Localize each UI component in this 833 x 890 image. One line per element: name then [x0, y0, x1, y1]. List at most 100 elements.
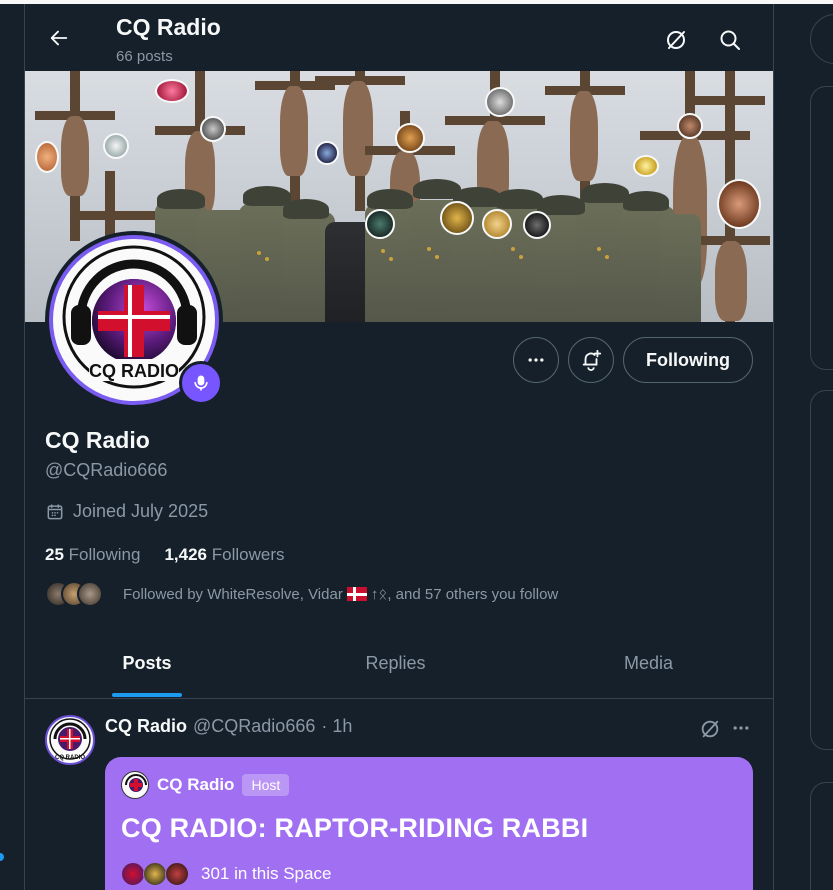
banner-medal	[427, 247, 431, 251]
banner-face	[717, 179, 761, 229]
host-avatar	[121, 771, 149, 799]
banner-face	[200, 116, 226, 142]
grok-icon	[701, 720, 719, 738]
avatar	[165, 862, 189, 886]
followers-label: Followers	[211, 545, 285, 564]
banner-face	[440, 201, 474, 235]
host-badge: Host	[242, 774, 290, 796]
banner-figure	[570, 91, 598, 181]
following-button[interactable]: Following	[623, 337, 753, 383]
profile-handle: @CQRadio666	[45, 460, 168, 480]
tab-replies[interactable]: Replies	[269, 629, 522, 698]
banner-cap	[283, 199, 329, 219]
host-name: CQ Radio	[157, 775, 235, 794]
banner-face	[482, 209, 512, 239]
avatar	[121, 862, 145, 886]
followers-stat[interactable]: 1,426 Followers	[164, 545, 284, 565]
followed-by-avatars	[45, 581, 103, 607]
banner-cap	[495, 189, 543, 209]
banner-figure	[280, 86, 308, 176]
followed-by-prefix: Followed by WhiteResolve, Vidar	[123, 585, 343, 603]
banner-cap	[623, 191, 669, 211]
space-title: CQ RADIO: RAPTOR-RIDING RABBI	[121, 813, 589, 843]
calendar-icon	[47, 504, 63, 519]
post-time[interactable]: · 1h	[321, 716, 352, 737]
profile-display-name: CQ Radio	[45, 427, 150, 453]
banner-medal	[605, 255, 609, 259]
banner-medal	[435, 255, 439, 259]
microphone-icon	[194, 375, 208, 391]
joined-text: Joined July 2025	[73, 501, 209, 521]
cq-radio-logo	[124, 773, 148, 797]
space-card[interactable]: CQ Radio Host CQ RADIO: RAPTOR-RIDING RA…	[105, 757, 753, 890]
banner-cross-beam	[70, 211, 160, 220]
banner-cross	[725, 71, 735, 191]
denmark-flag-icon	[346, 587, 367, 601]
banner-medal	[257, 251, 261, 255]
banner-face	[365, 209, 395, 239]
left-nav-indicator	[0, 853, 4, 861]
banner-face	[677, 113, 703, 139]
right-sidebar-card	[810, 390, 833, 750]
banner-face	[155, 79, 189, 103]
post-count: 66 posts	[116, 48, 173, 65]
grok-icon	[667, 31, 685, 49]
banner-medal	[381, 249, 385, 253]
tab-media[interactable]: Media	[522, 629, 773, 698]
following-count: 25	[45, 545, 64, 564]
more-icon	[733, 726, 749, 730]
banner-medal	[511, 247, 515, 251]
tab-posts[interactable]: Posts	[25, 629, 269, 698]
search-button[interactable]	[712, 22, 748, 58]
more-options-button[interactable]	[513, 337, 559, 383]
banner-figure	[715, 241, 747, 321]
banner-cross-beam	[695, 96, 765, 105]
followers-count: 1,426	[164, 545, 208, 564]
cq-radio-logo: CQ RADIO	[49, 718, 91, 761]
followed-by-row[interactable]: Followed by WhiteResolve, Vidar ↑ᛟ, and …	[45, 581, 558, 607]
post-author-handle[interactable]: @CQRadio666	[193, 716, 315, 737]
banner-medal	[597, 247, 601, 251]
follow-stats: 25 Following 1,426 Followers	[45, 545, 285, 565]
banner-face	[103, 133, 129, 159]
live-space-badge[interactable]	[179, 361, 223, 405]
grok-button[interactable]	[658, 22, 694, 58]
back-button[interactable]	[41, 20, 77, 56]
profile-column: CQ Radio 66 posts CQ RADIO Following CQ …	[24, 4, 774, 890]
avatar	[143, 862, 167, 886]
svg-text:CQ RADIO: CQ RADIO	[89, 361, 179, 381]
post-author-name[interactable]: CQ Radio	[105, 716, 187, 737]
notifications-button[interactable]	[568, 337, 614, 383]
joined-date: Joined July 2025	[45, 501, 208, 522]
svg-text:CQ RADIO: CQ RADIO	[55, 755, 85, 761]
followed-by-text: Followed by WhiteResolve, Vidar ↑ᛟ, and …	[123, 586, 558, 603]
space-listener-count: 301 in this Space	[201, 864, 332, 883]
profile-tabs: Posts Replies Media	[25, 629, 773, 699]
banner-medal	[519, 255, 523, 259]
banner-cap	[581, 183, 629, 203]
profile-header: CQ Radio 66 posts	[25, 4, 773, 70]
banner-cap	[157, 189, 205, 209]
following-stat[interactable]: 25 Following	[45, 545, 140, 565]
banner-face	[633, 155, 659, 177]
banner-face	[395, 123, 425, 153]
avatar	[77, 581, 103, 607]
space-host-row: CQ Radio Host	[121, 771, 737, 799]
back-arrow-icon	[50, 30, 68, 46]
banner-cap	[243, 186, 291, 206]
followed-by-suffix: ↑ᛟ, and 57 others you follow	[370, 585, 559, 603]
right-search-box[interactable]	[810, 14, 833, 64]
banner-figure	[343, 81, 373, 176]
search-icon	[720, 30, 740, 50]
banner-medal	[389, 257, 393, 261]
banner-figure	[61, 116, 89, 196]
post-more-button[interactable]	[725, 712, 757, 744]
post-author-avatar[interactable]: CQ RADIO	[45, 715, 95, 765]
banner-face	[315, 141, 339, 165]
banner-soldier	[661, 214, 701, 322]
banner-medal	[265, 257, 269, 261]
space-listeners-row: 301 in this Space	[121, 862, 737, 886]
post-header: CQ Radio @CQRadio666 · 1h	[105, 716, 352, 737]
post-grok-button[interactable]	[695, 714, 725, 744]
notification-bell-icon	[582, 349, 602, 371]
